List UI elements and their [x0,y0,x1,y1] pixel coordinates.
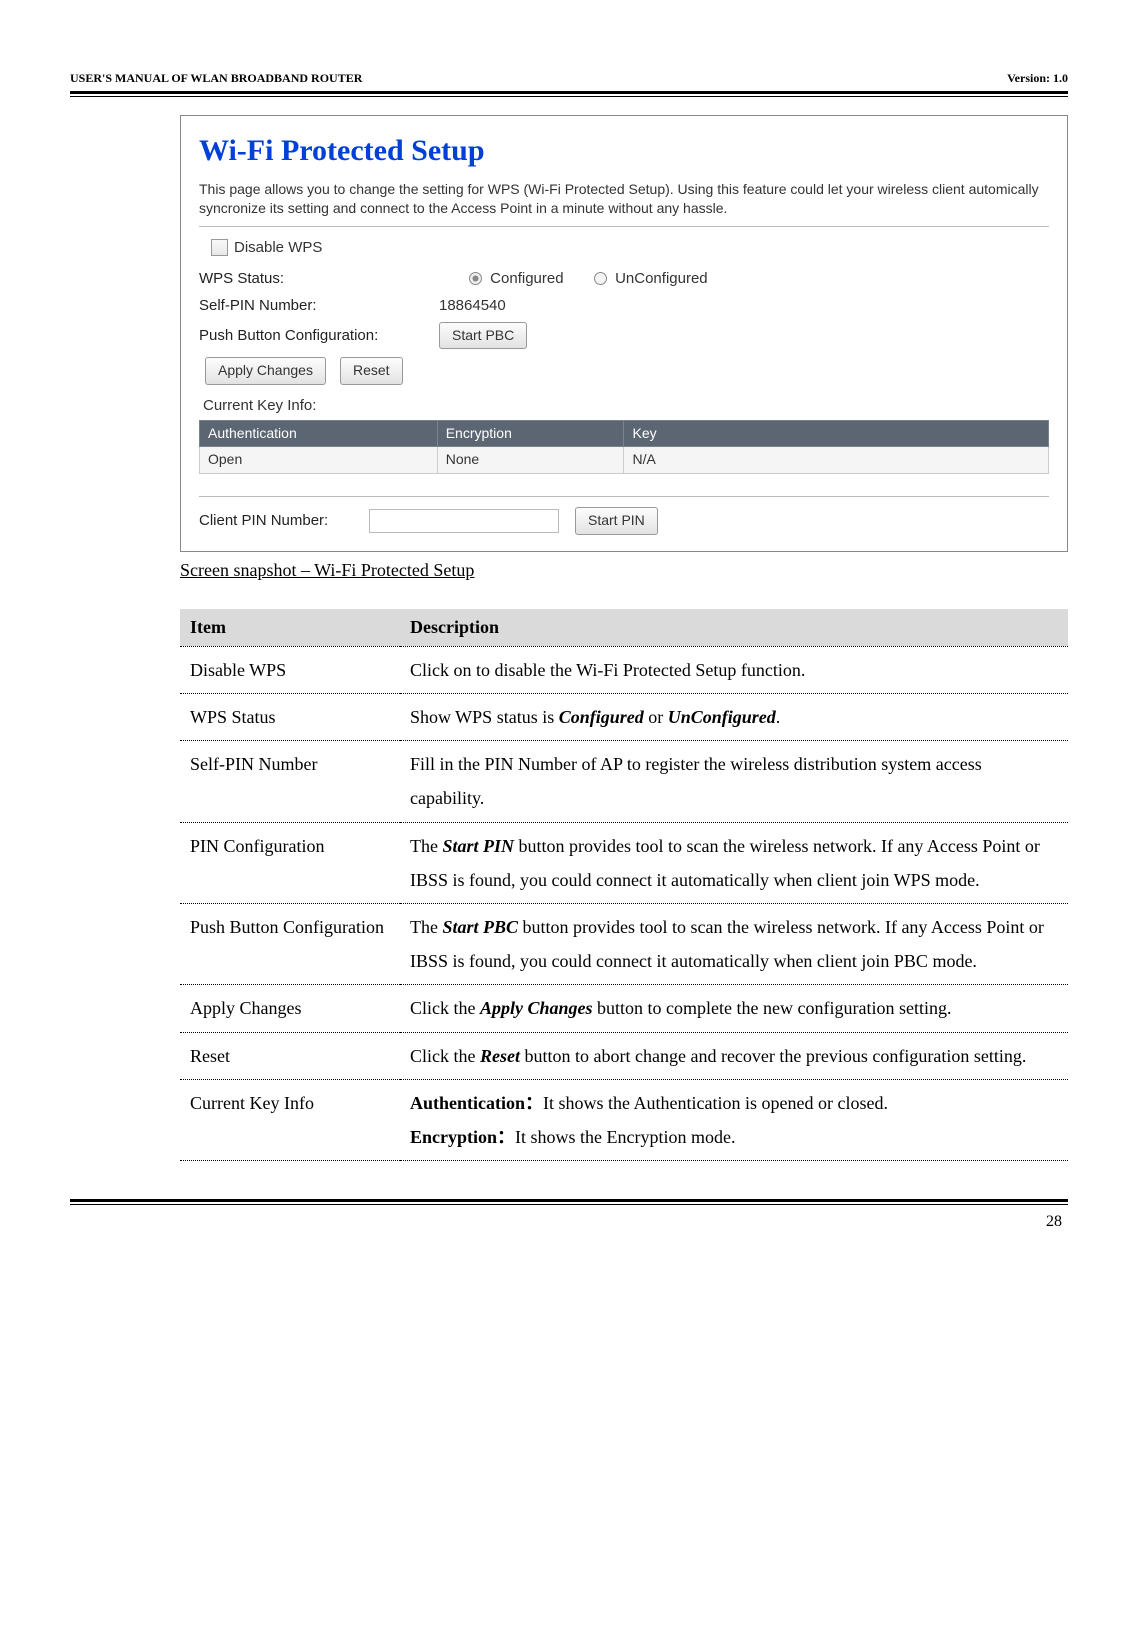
current-key-label: Current Key Info: [203,395,1049,416]
header-right: Version: 1.0 [1007,70,1068,87]
table-row: Push Button Configuration The Start PBC … [180,904,1068,985]
self-pin-row: Self-PIN Number: 18864540 [199,295,1049,316]
wps-status-label: WPS Status: [199,268,439,289]
table-row: Apply Changes Click the Apply Changes bu… [180,985,1068,1032]
dt-desc: Fill in the PIN Number of AP to register… [400,741,1068,822]
configured-label: Configured [490,270,563,287]
dt-desc: Authentication：It shows the Authenticati… [400,1079,1068,1160]
table-row: Reset Click the Reset button to abort ch… [180,1032,1068,1079]
panel-separator-2 [199,496,1049,497]
footer-rule-thick [70,1199,1068,1202]
dt-desc: Show WPS status is Configured or UnConfi… [400,694,1068,741]
client-pin-input[interactable] [369,509,559,533]
disable-wps-label: Disable WPS [234,237,322,258]
dt-desc: Click on to disable the Wi-Fi Protected … [400,646,1068,693]
kt-key-header: Key [624,420,1049,447]
kt-auth-value: Open [200,447,438,474]
start-pin-button[interactable]: Start PIN [575,507,658,535]
reset-button[interactable]: Reset [340,357,403,385]
configured-radio[interactable] [469,272,482,285]
start-pbc-button[interactable]: Start PBC [439,322,527,350]
dt-item: PIN Configuration [180,822,400,903]
screenshot-caption: Screen snapshot – Wi-Fi Protected Setup [180,558,1068,583]
unconfigured-label: UnConfigured [615,270,708,287]
dt-item: Push Button Configuration [180,904,400,985]
table-row: Disable WPS Click on to disable the Wi-F… [180,646,1068,693]
dt-header-desc: Description [400,609,1068,647]
kt-key-value: N/A [624,447,1049,474]
dt-item: Current Key Info [180,1079,400,1160]
panel-title: Wi-Fi Protected Setup [199,130,1049,172]
apply-changes-button[interactable]: Apply Changes [205,357,326,385]
apply-reset-row: Apply Changes Reset [199,357,1049,385]
wps-settings-panel: Wi-Fi Protected Setup This page allows y… [180,115,1068,552]
dt-desc: Click the Reset button to abort change a… [400,1032,1068,1079]
dt-item: Disable WPS [180,646,400,693]
panel-separator-1 [199,226,1049,227]
dt-item: WPS Status [180,694,400,741]
dt-item: Self-PIN Number [180,741,400,822]
dt-header-item: Item [180,609,400,647]
dt-item: Apply Changes [180,985,400,1032]
table-row: Self-PIN Number Fill in the PIN Number o… [180,741,1068,822]
disable-wps-row: Disable WPS [211,237,1049,258]
page-number: 28 [70,1211,1068,1233]
table-row: Current Key Info Authentication：It shows… [180,1079,1068,1160]
current-key-table: Authentication Encryption Key Open None … [199,420,1049,474]
client-pin-row: Client PIN Number: Start PIN [199,507,1049,535]
panel-description: This page allows you to change the setti… [199,180,1049,218]
kt-enc-value: None [437,447,624,474]
dt-desc: The Start PIN button provides tool to sc… [400,822,1068,903]
self-pin-label: Self-PIN Number: [199,295,439,316]
unconfigured-radio[interactable] [594,272,607,285]
dt-desc: The Start PBC button provides tool to sc… [400,904,1068,985]
dt-desc: Click the Apply Changes button to comple… [400,985,1068,1032]
page-header: USER'S MANUAL OF WLAN BROADBAND ROUTER V… [70,70,1068,87]
header-rule-thin [70,96,1068,97]
self-pin-value: 18864540 [439,295,506,316]
client-pin-label: Client PIN Number: [199,510,369,531]
wps-status-row: WPS Status: Configured UnConfigured [199,268,1049,289]
kt-auth-header: Authentication [200,420,438,447]
disable-wps-checkbox[interactable] [211,239,228,256]
table-row: WPS Status Show WPS status is Configured… [180,694,1068,741]
pbc-label: Push Button Configuration: [199,325,439,346]
kt-enc-header: Encryption [437,420,624,447]
footer-rule-thin [70,1204,1068,1205]
description-table: Item Description Disable WPS Click on to… [180,609,1068,1161]
pbc-row: Push Button Configuration: Start PBC [199,322,1049,350]
table-row: PIN Configuration The Start PIN button p… [180,822,1068,903]
header-left: USER'S MANUAL OF WLAN BROADBAND ROUTER [70,70,362,87]
dt-item: Reset [180,1032,400,1079]
header-rule-thick [70,91,1068,94]
